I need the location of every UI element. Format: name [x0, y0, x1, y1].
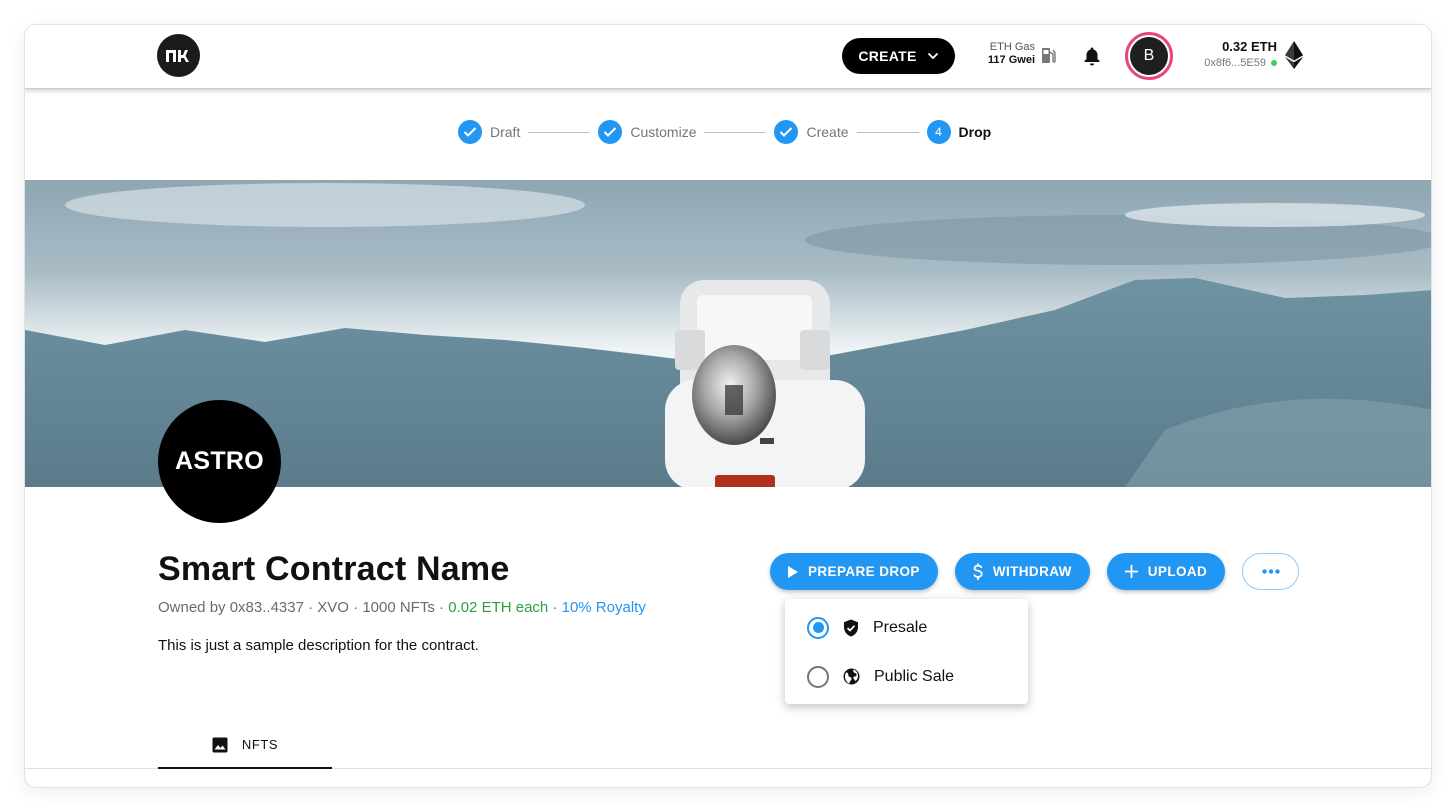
shield-check-icon: [844, 619, 858, 636]
contract-avatar: ASTRO: [158, 400, 281, 523]
separator: ·: [303, 599, 318, 616]
contract-symbol: XVO: [317, 599, 349, 616]
mint-price: 0.02 ETH each: [448, 599, 549, 616]
menu-label: Presale: [873, 618, 928, 636]
gas-value: 117 Gwei: [987, 54, 1035, 66]
wallet-address: 0x8f6...5E59: [1204, 57, 1266, 69]
plus-icon: [1124, 565, 1138, 578]
user-avatar-button[interactable]: B: [1125, 32, 1173, 80]
wallet-balance: 0.32 ETH: [1222, 39, 1277, 54]
progress-stepper: Draft Customize Create 4 Drop: [458, 119, 991, 145]
step-number: 4: [926, 120, 951, 144]
step-connector: [528, 131, 591, 133]
step-drop: 4 Drop: [926, 120, 992, 144]
prepare-drop-label: PREPARE DROP: [808, 564, 920, 579]
logo[interactable]: [157, 34, 200, 77]
separator: ·: [348, 599, 363, 616]
contract-meta: Owned by 0x83..4337 · XVO · 1000 NFTs · …: [158, 599, 646, 616]
ethereum-icon: [1285, 41, 1303, 69]
gas-price: ETH Gas 117 Gwei: [975, 40, 1035, 67]
radio-selected[interactable]: [807, 616, 829, 639]
wallet-info[interactable]: 0.32 ETH 0x8f6...5E59: [1204, 39, 1277, 71]
top-navbar: CREATE ETH Gas 117 Gwei B 0.32 ETH 0x8f6…: [25, 25, 1431, 89]
create-button[interactable]: CREATE: [842, 38, 955, 74]
step-check-icon: [598, 120, 623, 144]
separator: ·: [434, 599, 449, 616]
content-tabs: NFTS: [25, 722, 1431, 769]
owner-address[interactable]: Owned by 0x83..4337: [158, 599, 304, 616]
withdraw-label: WITHDRAW: [992, 564, 1072, 579]
upload-button[interactable]: UPLOAD: [1106, 553, 1226, 590]
step-label: Draft: [490, 124, 521, 140]
menu-label: Public Sale: [874, 667, 955, 685]
create-label: CREATE: [858, 48, 917, 64]
menu-item-presale[interactable]: Presale: [785, 603, 1028, 652]
image-icon: [212, 737, 228, 752]
action-buttons: PREPARE DROP WITHDRAW UPLOAD: [770, 553, 1300, 590]
dollar-icon: [973, 563, 983, 580]
chevron-down-icon: [927, 52, 938, 60]
globe-icon: [843, 668, 860, 685]
more-options-button[interactable]: [1242, 553, 1300, 590]
step-check-icon: [458, 120, 482, 144]
upload-label: UPLOAD: [1147, 564, 1208, 579]
withdraw-button[interactable]: WITHDRAW: [954, 553, 1090, 590]
step-check-icon: [774, 120, 799, 144]
step-draft: Draft: [458, 120, 520, 144]
step-label: Create: [806, 124, 849, 140]
wallet-address-row: 0x8f6...5E59: [1204, 55, 1277, 71]
contract-name: Smart Contract Name: [158, 550, 510, 588]
step-label: Drop: [958, 124, 992, 140]
more-horizontal-icon: [1261, 569, 1280, 574]
menu-item-public-sale[interactable]: Public Sale: [785, 652, 1028, 701]
tab-nfts[interactable]: NFTS: [158, 722, 332, 769]
avatar: B: [1130, 37, 1168, 75]
prepare-drop-button[interactable]: PREPARE DROP: [770, 553, 938, 590]
step-label: Customize: [630, 124, 697, 140]
drop-type-menu: Presale Public Sale: [785, 599, 1028, 704]
separator: ·: [548, 599, 562, 616]
logo-icon: [165, 49, 189, 62]
nft-supply: 1000 NFTs: [362, 599, 435, 616]
step-customize: Customize: [598, 120, 696, 144]
contract-description: This is just a sample description for th…: [158, 637, 479, 654]
app-window: CREATE ETH Gas 117 Gwei B 0.32 ETH 0x8f6…: [24, 24, 1432, 788]
gas-pump-icon: [1042, 48, 1056, 63]
step-connector: [856, 131, 919, 133]
royalty: 10% Royalty: [561, 599, 646, 616]
play-icon: [788, 565, 798, 578]
tab-label: NFTS: [241, 737, 279, 752]
step-create: Create: [774, 120, 849, 144]
bell-icon[interactable]: [1083, 46, 1101, 66]
online-status-dot: [1271, 60, 1277, 66]
radio-unselected[interactable]: [807, 665, 829, 688]
gas-label: ETH Gas: [989, 41, 1035, 53]
step-connector: [704, 131, 767, 133]
